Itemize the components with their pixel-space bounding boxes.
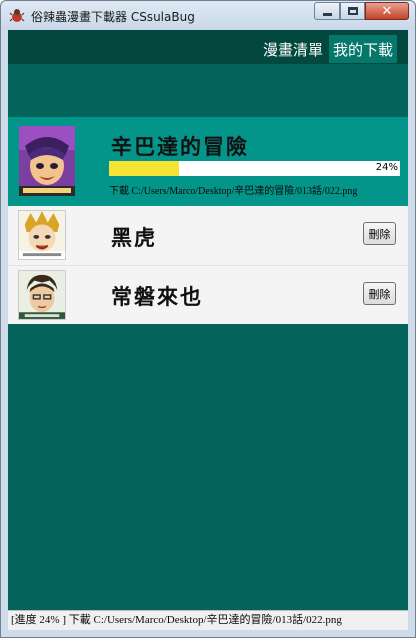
- tokiwa-cover-thumbnail: [18, 270, 66, 320]
- download-progress-bar: 24%: [109, 161, 400, 176]
- app-window: 俗辣蟲漫畫下載器 CSsulaBug ✕ 漫畫清單 我的下載 辛巴達的冒險 24…: [0, 0, 416, 638]
- main-content: 漫畫清單 我的下載 辛巴達的冒險 24% 下載 C:/Users/Marco/D…: [8, 30, 408, 630]
- minimize-icon: [322, 12, 332, 16]
- download-title: 常磐來也: [111, 284, 203, 309]
- download-status-text: 下載 C:/Users/Marco/Desktop/辛巴達的冒險/013話/02…: [109, 186, 358, 197]
- tab-comic-list[interactable]: 漫畫清單: [259, 35, 327, 63]
- maximize-icon: [347, 7, 358, 15]
- download-row[interactable]: 常磐來也 刪除: [8, 265, 408, 324]
- download-progress-fill: [109, 161, 179, 176]
- sinbad-cover-thumbnail: [19, 126, 75, 196]
- tab-bar: 漫畫清單 我的下載: [8, 30, 408, 64]
- download-row-active[interactable]: 辛巴達的冒險 24% 下載 C:/Users/Marco/Desktop/辛巴達…: [8, 117, 408, 206]
- maximize-button[interactable]: [340, 2, 365, 20]
- delete-button[interactable]: 刪除: [363, 282, 396, 305]
- minimize-button[interactable]: [314, 2, 340, 20]
- delete-button[interactable]: 刪除: [363, 222, 396, 245]
- title-bar[interactable]: 俗辣蟲漫畫下載器 CSsulaBug ✕: [1, 1, 415, 30]
- bug-app-icon: [9, 9, 25, 22]
- download-title: 辛巴達的冒險: [111, 134, 249, 159]
- close-button[interactable]: ✕: [365, 2, 409, 20]
- close-icon: ✕: [381, 3, 393, 19]
- download-row[interactable]: 黑虎 刪除: [8, 206, 408, 265]
- black-tiger-cover-thumbnail: [18, 210, 66, 260]
- window-title: 俗辣蟲漫畫下載器 CSsulaBug: [31, 10, 195, 24]
- download-title: 黑虎: [111, 225, 157, 250]
- download-progress-text: 24%: [375, 162, 398, 173]
- status-bar: [進度 24% ] 下載 C:/Users/Marco/Desktop/辛巴達的…: [8, 610, 408, 630]
- tab-my-downloads[interactable]: 我的下載: [329, 35, 397, 63]
